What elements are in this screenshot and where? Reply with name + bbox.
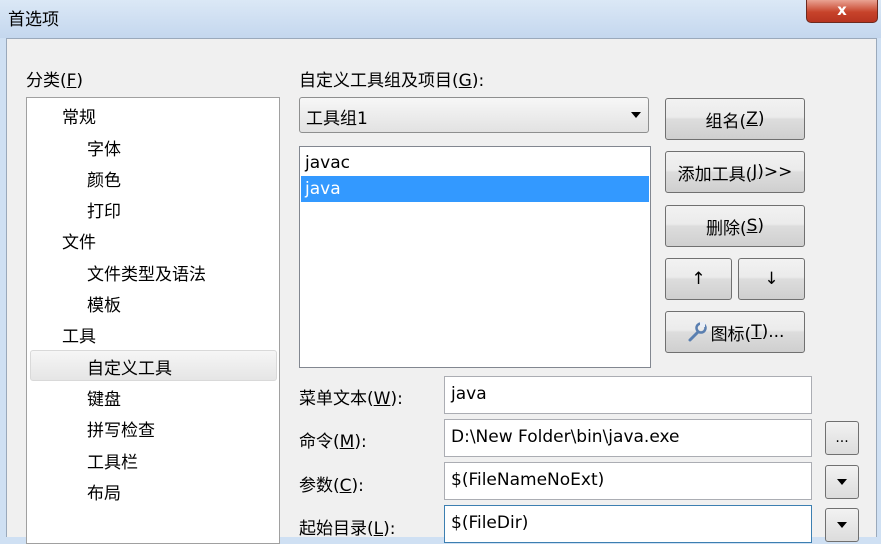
tree-item-layout[interactable]: 布局	[87, 479, 121, 504]
tool-list[interactable]: javac java	[299, 146, 651, 368]
chevron-down-icon	[837, 479, 847, 485]
tree-item-file[interactable]: 文件	[62, 228, 96, 253]
tree-item-general[interactable]: 常规	[62, 103, 96, 128]
list-item-javac[interactable]: javac	[301, 150, 649, 176]
window-title: 首选项	[8, 10, 59, 30]
close-icon: x	[837, 1, 847, 19]
icon-button[interactable]: 图标(T)...	[665, 311, 805, 353]
move-down-button[interactable]: ↓	[738, 258, 805, 300]
delete-button[interactable]: 删除(S)	[665, 205, 805, 247]
tree-item-print[interactable]: 打印	[87, 197, 121, 222]
start-dir-menu-button[interactable]	[825, 508, 859, 542]
browse-button[interactable]: ...	[825, 421, 859, 455]
params-input[interactable]: $(FileNameNoExt)	[444, 462, 812, 500]
toolgroup-select[interactable]: 工具组1	[299, 97, 649, 133]
menu-text-input[interactable]: java	[444, 376, 812, 414]
category-label: 分类(F)	[26, 71, 84, 91]
start-dir-label: 起始目录(L):	[299, 519, 396, 539]
tree-item-toolbar[interactable]: 工具栏	[87, 448, 138, 473]
chevron-down-icon	[631, 112, 641, 118]
add-tool-button[interactable]: 添加工具(J)>>	[665, 151, 805, 193]
params-label: 参数(C):	[299, 476, 364, 496]
tree-item-custom-tools[interactable]: 自定义工具	[87, 354, 172, 379]
category-tree[interactable]: 常规 字体 颜色 打印 文件 文件类型及语法 模板 工具 自定义工具 键盘 拼写…	[26, 97, 280, 544]
tree-item-templates[interactable]: 模板	[87, 291, 121, 316]
tree-item-colors[interactable]: 颜色	[87, 166, 121, 191]
start-dir-input[interactable]: $(FileDir)	[444, 505, 812, 543]
menu-text-label: 菜单文本(W):	[299, 389, 403, 409]
tree-item-spellcheck[interactable]: 拼写检查	[87, 416, 155, 441]
wrench-icon	[688, 322, 707, 342]
close-button[interactable]: x	[806, 0, 878, 23]
command-input[interactable]: D:\New Folder\bin\java.exe	[444, 419, 812, 457]
toolgroup-label: 自定义工具组及项目(G):	[299, 71, 485, 91]
tree-item-tools[interactable]: 工具	[62, 322, 96, 347]
command-label: 命令(M):	[299, 432, 367, 452]
tree-item-font[interactable]: 字体	[87, 135, 121, 160]
arrow-up-icon: ↑	[691, 269, 706, 289]
toolgroup-select-value: 工具组1	[306, 109, 368, 129]
params-menu-button[interactable]	[825, 465, 859, 499]
chevron-down-icon	[837, 522, 847, 528]
ellipsis-icon: ...	[835, 430, 849, 446]
arrow-down-icon: ↓	[764, 269, 779, 289]
group-name-button[interactable]: 组名(Z)	[665, 98, 805, 140]
list-item-java[interactable]: java	[301, 176, 649, 202]
move-up-button[interactable]: ↑	[665, 258, 732, 300]
tree-item-filetypes[interactable]: 文件类型及语法	[87, 260, 206, 285]
title-bar: 首选项 x	[0, 0, 881, 38]
tree-item-keyboard[interactable]: 键盘	[87, 385, 121, 410]
